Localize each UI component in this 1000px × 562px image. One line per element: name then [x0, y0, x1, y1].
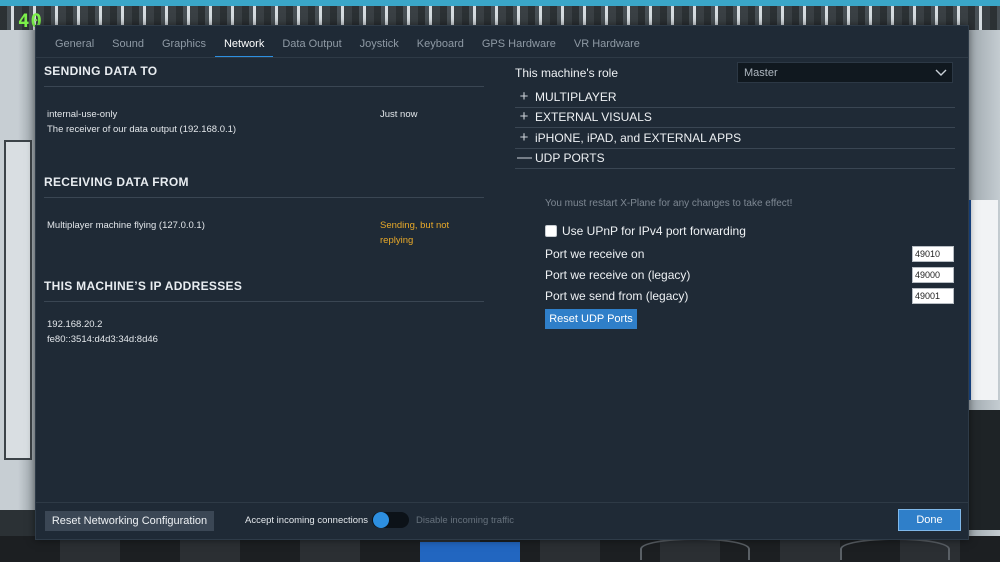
cockpit-sign: [968, 200, 998, 400]
ipv6-address: fe80::3514:d4d3:34d:8d46: [47, 334, 158, 345]
expand-plus-icon: +: [519, 129, 529, 146]
cockpit-left-wall: [0, 30, 36, 562]
port-send-legacy-input[interactable]: [912, 288, 954, 304]
done-button[interactable]: Done: [898, 509, 961, 531]
ipv4-address: 192.168.20.2: [47, 319, 103, 330]
section-udp-ports-label: UDP PORTS: [535, 151, 605, 165]
section-external-visuals-label: EXTERNAL VISUALS: [535, 110, 652, 124]
gauge-icon: [840, 538, 950, 560]
machine-role-select[interactable]: Master: [737, 62, 953, 83]
settings-dialog: General Sound Graphics Network Data Outp…: [35, 25, 969, 540]
section-external-apps[interactable]: + iPHONE, iPAD, and EXTERNAL APPS: [515, 129, 955, 149]
port-receive-legacy-label: Port we receive on (legacy): [545, 268, 691, 282]
section-external-apps-label: iPHONE, iPAD, and EXTERNAL APPS: [535, 131, 742, 145]
port-send-legacy-row: Port we send from (legacy): [545, 287, 955, 305]
restart-warning: You must restart X-Plane for any changes…: [545, 198, 793, 209]
cockpit-right-wall: [964, 30, 1000, 562]
port-receive-input[interactable]: [912, 246, 954, 262]
tab-data-output[interactable]: Data Output: [273, 34, 350, 58]
reset-networking-button[interactable]: Reset Networking Configuration: [45, 511, 214, 531]
cockpit-door: [4, 140, 32, 460]
collapse-minus-icon: —: [517, 149, 532, 166]
settings-tabs: General Sound Graphics Network Data Outp…: [46, 34, 649, 58]
sending-target-name: internal-use-only: [47, 109, 118, 120]
tab-network[interactable]: Network: [214, 34, 274, 58]
port-receive-legacy-row: Port we receive on (legacy): [545, 266, 955, 284]
disable-traffic-label: Disable incoming traffic: [416, 515, 515, 526]
tab-keyboard[interactable]: Keyboard: [408, 34, 473, 58]
tab-sound[interactable]: Sound: [103, 34, 153, 58]
tab-general[interactable]: General: [46, 34, 103, 58]
receiving-status: Sending, but not replying: [380, 220, 450, 246]
port-send-legacy-label: Port we send from (legacy): [545, 289, 689, 303]
instrument-display: [420, 542, 520, 562]
port-receive-label: Port we receive on: [545, 247, 645, 261]
sending-time: Just now: [380, 109, 418, 120]
accept-connections-label: Accept incoming connections: [245, 515, 369, 526]
section-udp-ports[interactable]: — UDP PORTS: [515, 149, 955, 169]
tab-gps-hardware[interactable]: GPS Hardware: [473, 34, 565, 58]
ip-addresses-heading: THIS MACHINE’S IP ADDRESSES: [44, 279, 484, 302]
tab-graphics[interactable]: Graphics: [153, 34, 215, 58]
chevron-down-icon: [935, 69, 947, 76]
sending-row: internal-use-only Just now: [44, 107, 484, 122]
tab-joystick[interactable]: Joystick: [351, 34, 408, 58]
machine-role-value: Master: [744, 67, 778, 79]
cockpit-trim: [964, 410, 1000, 530]
tab-vr-hardware[interactable]: VR Hardware: [565, 34, 649, 58]
receiving-row: Multiplayer machine flying (127.0.0.1) S…: [44, 218, 484, 246]
machine-role-label: This machine's role: [515, 66, 618, 80]
upnp-checkbox[interactable]: [545, 225, 557, 237]
expand-plus-icon: +: [519, 88, 529, 105]
upnp-option: Use UPnP for IPv4 port forwarding: [545, 224, 746, 238]
receiving-source-name: Multiplayer machine flying (127.0.0.1): [47, 220, 205, 231]
network-status-column: SENDING DATA TO internal-use-only Just n…: [44, 64, 484, 347]
gauge-icon: [640, 538, 750, 560]
section-multiplayer-label: MULTIPLAYER: [535, 90, 617, 104]
port-receive-row: Port we receive on: [545, 245, 955, 263]
port-receive-legacy-input[interactable]: [912, 267, 954, 283]
expand-plus-icon: +: [519, 108, 529, 125]
footer-divider: [36, 502, 968, 503]
incoming-connections-toggle[interactable]: [372, 512, 409, 528]
upnp-label: Use UPnP for IPv4 port forwarding: [562, 224, 746, 238]
sending-description: The receiver of our data output (192.168…: [47, 124, 237, 135]
reset-udp-ports-button[interactable]: Reset UDP Ports: [545, 309, 637, 329]
toggle-knob: [373, 512, 389, 528]
section-multiplayer[interactable]: + MULTIPLAYER: [515, 88, 955, 108]
receiving-data-heading: RECEIVING DATA FROM: [44, 175, 484, 198]
tabs-divider: [36, 57, 968, 58]
sending-data-heading: SENDING DATA TO: [44, 64, 484, 87]
section-external-visuals[interactable]: + EXTERNAL VISUALS: [515, 108, 955, 128]
